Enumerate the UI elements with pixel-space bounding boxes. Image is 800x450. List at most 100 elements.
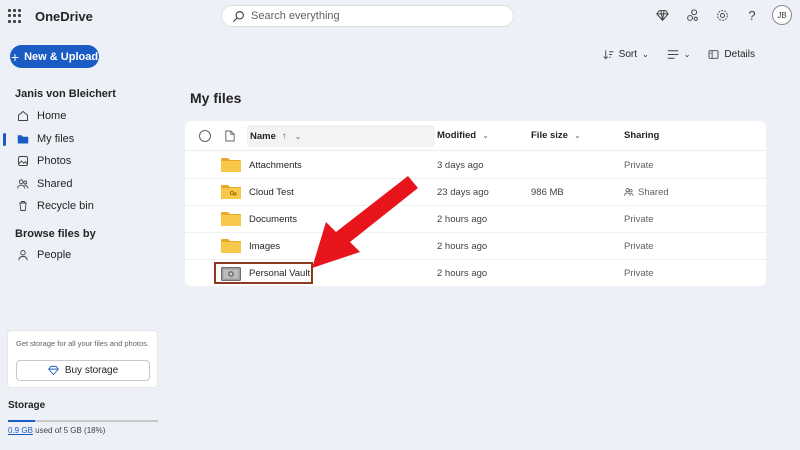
user-name: Janis von Bleichert [15, 88, 116, 100]
chevron-down-icon: ⌄ [482, 131, 489, 140]
file-modified: 2 hours ago [437, 268, 488, 279]
chevron-down-icon: ⌄ [573, 131, 581, 140]
browse-nav: People [0, 244, 170, 267]
file-modified: 23 days ago [437, 186, 489, 198]
photo-icon [17, 155, 29, 167]
table-row[interactable]: Documents 2 hours ago Private [185, 206, 766, 233]
file-modified: 3 days ago [437, 159, 484, 171]
search-input[interactable] [251, 10, 491, 22]
file-sharing: Private [624, 240, 654, 252]
top-bar: OneDrive ? JB [0, 0, 800, 32]
file-sharing: Private [624, 268, 654, 279]
file-sharing: Private [624, 213, 654, 225]
column-name-label: Name [250, 130, 276, 142]
page-title: My files [190, 90, 242, 106]
sidebar-item-label: Home [37, 110, 67, 123]
sidebar-item-label: People [37, 249, 72, 262]
browse-files-heading: Browse files by [15, 228, 96, 240]
list-view-icon [667, 50, 678, 59]
app-title[interactable]: OneDrive [35, 9, 93, 24]
new-upload-label: New & Upload [24, 50, 99, 63]
storage-promo-message: Get storage for all your files and photo… [16, 339, 149, 348]
file-type-column-icon[interactable] [225, 121, 235, 150]
column-modified-label: Modified [437, 130, 477, 141]
file-sharing: Shared [638, 186, 669, 198]
storage-used-suffix: used of 5 GB (18%) [32, 426, 106, 435]
file-name[interactable]: Documents [249, 206, 297, 232]
sidebar-item-recycle-bin[interactable]: Recycle bin [0, 195, 170, 218]
folder-icon [221, 233, 241, 259]
home-icon [17, 110, 29, 122]
view-options-button[interactable]: ⌄ [667, 49, 691, 60]
details-button[interactable]: Details [708, 49, 755, 60]
file-name[interactable]: Images [249, 233, 280, 259]
shared-folder-icon [221, 179, 241, 205]
buy-storage-label: Buy storage [64, 365, 119, 376]
sort-ascending-icon: ↑ [281, 130, 287, 142]
trash-icon [17, 200, 29, 212]
table-row[interactable]: Personal Vault 2 hours ago Private [185, 260, 766, 287]
sidebar-item-label: Photos [37, 155, 72, 168]
file-name[interactable]: Cloud Test [249, 179, 294, 205]
sidebar-item-people[interactable]: People [0, 244, 170, 267]
sidebar-item-photos[interactable]: Photos [0, 150, 170, 173]
column-header-sharing[interactable]: Sharing [624, 121, 659, 150]
sort-button[interactable]: Sort ⌄ [603, 49, 649, 60]
sort-icon [603, 50, 613, 60]
column-header-modified[interactable]: Modified ⌄ [437, 121, 489, 150]
storage-progress-bar [8, 420, 158, 422]
premium-diamond-icon[interactable] [652, 5, 672, 25]
people-icon [624, 188, 634, 196]
sidebar-item-shared[interactable]: Shared [0, 173, 170, 196]
column-size-label: File size [531, 130, 568, 141]
column-sharing-label: Sharing [624, 130, 660, 141]
file-list-header: Name ↑ ⌄ Modified ⌄ File size ⌄ Sharing [185, 121, 766, 151]
folder-icon [221, 152, 241, 178]
file-list: Name ↑ ⌄ Modified ⌄ File size ⌄ Sharing At… [185, 121, 766, 286]
sidebar-nav: Home My files Photos Shared Recycle bin [0, 105, 170, 218]
details-pane-icon [709, 50, 719, 59]
table-row[interactable]: Attachments 3 days ago Private [185, 152, 766, 179]
storage-used-text: 0.9 GB used of 5 GB (18%) [8, 426, 105, 435]
avatar[interactable]: JB [772, 5, 792, 25]
file-modified: 2 hours ago [437, 240, 488, 252]
storage-heading: Storage [8, 400, 46, 411]
person-icon [17, 249, 29, 261]
sidebar-item-home[interactable]: Home [0, 105, 170, 128]
file-modified: 2 hours ago [437, 213, 488, 225]
folder-icon [17, 133, 29, 145]
gear-icon[interactable] [712, 5, 732, 25]
storage-used-link[interactable]: 0.9 GB [8, 426, 33, 435]
column-header-name[interactable]: Name ↑ ⌄ [247, 125, 435, 147]
help-icon[interactable]: ? [742, 5, 762, 25]
select-all-checkbox[interactable] [199, 121, 211, 150]
buy-storage-button[interactable]: Buy storage [16, 360, 150, 381]
file-name[interactable]: Attachments [249, 152, 302, 178]
table-row[interactable]: Images 2 hours ago Private [185, 233, 766, 260]
table-row[interactable]: Cloud Test 23 days ago 986 MB Shared [185, 179, 766, 206]
sidebar-item-my-files[interactable]: My files [0, 128, 170, 151]
people-icon [17, 178, 29, 190]
file-size: 986 MB [531, 186, 564, 198]
app-launcher-icon[interactable] [8, 9, 22, 23]
chevron-down-icon: ⌄ [683, 50, 691, 59]
chevron-down-icon: ⌄ [642, 50, 649, 59]
column-header-size[interactable]: File size ⌄ [531, 121, 581, 150]
storage-promo-card: Get storage for all your files and photo… [7, 330, 158, 388]
folder-icon [221, 206, 241, 232]
sidebar-item-label: My files [37, 132, 75, 145]
file-sharing: Private [624, 159, 654, 171]
chevron-down-icon: ⌄ [294, 131, 302, 141]
command-bar: Sort ⌄ ⌄ Details [603, 49, 755, 60]
new-upload-button[interactable]: + New & Upload [10, 45, 99, 68]
file-sharing-cell: Shared [624, 179, 669, 205]
search-box[interactable] [221, 5, 514, 27]
details-label: Details [724, 49, 755, 60]
plus-icon: + [10, 48, 20, 65]
sidebar-item-label: Recycle bin [37, 200, 94, 213]
search-icon [233, 10, 244, 22]
diamond-icon [48, 365, 59, 376]
sidebar-item-label: Shared [37, 177, 73, 190]
sort-label: Sort [618, 49, 638, 60]
share-link-icon[interactable] [682, 5, 702, 25]
